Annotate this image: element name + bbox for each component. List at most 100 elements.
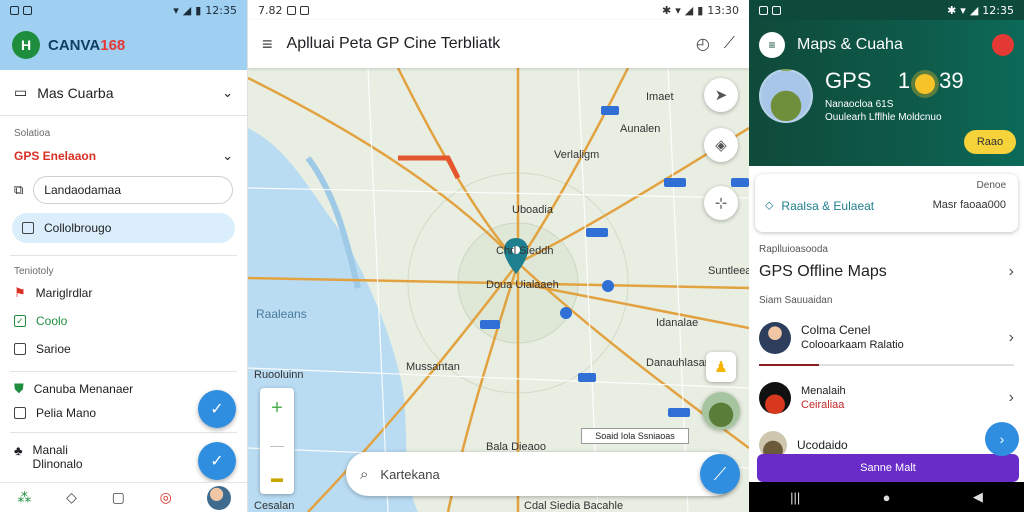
divider xyxy=(10,371,237,372)
notification-icon xyxy=(299,5,309,15)
chevron-right-icon: › xyxy=(1008,263,1014,280)
map-label: Raaleans xyxy=(256,307,307,321)
map-scale: Soaid Iola Ssniaoas xyxy=(581,428,689,444)
status-time: 12:35 xyxy=(205,3,237,17)
menu-dropdown[interactable]: ▭ Mas Cuarba ⌄ xyxy=(0,70,247,116)
map-label: Ruooluinn xyxy=(254,369,304,381)
map-thumbnail-button[interactable] xyxy=(702,392,740,430)
signal-icon: ◢ xyxy=(684,3,694,17)
list-item[interactable]: Menalaih Ceiraliaa › xyxy=(749,370,1024,426)
app-logo: H xyxy=(12,31,40,59)
check-icon: ✓ xyxy=(210,401,224,418)
check-fab[interactable]: ✓ xyxy=(198,442,236,480)
map-app-bar: ≡ Aplluai Peta GP Cine Terbliatk ◴ ⟋ xyxy=(248,20,749,68)
gps-dropdown[interactable]: GPS Enelaaon ⌄ xyxy=(0,143,247,169)
selected-item[interactable]: Collolbrougo xyxy=(12,213,235,243)
menu-icon[interactable]: ≡ xyxy=(262,34,273,55)
directions-icon: ⟋ xyxy=(713,463,727,484)
crosshair-icon: ⊹ xyxy=(714,195,728,212)
status-time: 7.82 xyxy=(258,3,283,17)
avatar[interactable] xyxy=(206,485,231,510)
status-bar: ▾ ◢ ▮ 12:35 xyxy=(0,0,247,20)
locate-button[interactable]: ⊹ xyxy=(704,186,738,220)
search-icon: ⌕ xyxy=(360,465,369,483)
list-item-sub: Colooarkaam Ralatio xyxy=(801,339,904,351)
compass-button[interactable]: ➤ xyxy=(704,78,738,112)
left-phone-screen: ▾ ◢ ▮ 12:35 H CANVA168 ▭ Mas Cuarba ⌄ So… xyxy=(0,0,248,512)
layers-button[interactable]: ◈ xyxy=(704,128,738,162)
notification-icon xyxy=(286,5,296,15)
alert-icon[interactable]: ◎ xyxy=(160,489,172,506)
input-row: ⧉ Landaodamaa xyxy=(0,173,247,207)
info-card[interactable]: Denoe ⬦ Raalsa & Eulaeat Masr faoaa000 xyxy=(755,174,1018,232)
directions-fab[interactable]: ⟋ xyxy=(700,454,740,494)
action-button[interactable]: Raao xyxy=(964,130,1016,154)
text-input[interactable]: Landaodamaa xyxy=(33,176,233,204)
map-icon[interactable]: ⁂ xyxy=(17,489,31,506)
list-item[interactable]: GPS Offline Maps › xyxy=(749,255,1024,289)
check-fab[interactable]: ✓ xyxy=(198,390,236,428)
diamond-icon[interactable]: ◇ xyxy=(66,489,77,506)
map-view[interactable]: Imaet Aunalen Verlaligm Uboadia Chrl Sie… xyxy=(248,68,749,512)
card-left-text: Raalsa & Eulaeat xyxy=(781,198,875,213)
list-item-label: Manali xyxy=(32,443,68,457)
location-pin-icon[interactable] xyxy=(992,34,1014,56)
map-label: Idanalae xyxy=(656,317,698,329)
list-item-label: Canuba Menanaer xyxy=(33,382,134,396)
location-thumbnail xyxy=(759,69,813,123)
status-bar: 7.82 ✱ ▾ ◢ ▮ 13:30 xyxy=(248,0,749,20)
status-bar: ✱ ▾ ◢ 12:35 xyxy=(749,0,1024,20)
search-input[interactable]: Kartekana xyxy=(380,467,439,482)
list-item-label: Pelia Mano xyxy=(36,406,97,420)
list-item[interactable]: Colma Cenel Colooarkaam Ralatio › xyxy=(749,312,1024,364)
menu-icon[interactable]: ≡ xyxy=(759,32,785,58)
map-label: Aunalen xyxy=(620,123,660,135)
gps-label: GPS xyxy=(825,68,872,93)
check-item-label: Coolo xyxy=(36,314,68,328)
timer-icon[interactable]: ◴ xyxy=(696,34,710,54)
home-icon[interactable]: ● xyxy=(883,490,891,505)
primary-button[interactable]: Sanne Malt xyxy=(757,454,1019,482)
map-label: Cdal Siedia Bacahle xyxy=(524,500,623,512)
next-fab[interactable]: › xyxy=(985,422,1019,456)
notification-icon xyxy=(759,5,768,15)
pegman-button[interactable]: ♟ xyxy=(706,352,736,382)
wifi-icon: ▾ xyxy=(675,3,681,17)
layer-toggle-icon[interactable]: ▬ xyxy=(271,471,283,485)
app-title: Maps & Cuaha xyxy=(797,36,903,53)
notification-icon xyxy=(772,5,781,15)
gps-item-label: GPS Enelaaon xyxy=(14,149,97,163)
map-search-bar[interactable]: ⌕ Kartekana xyxy=(346,452,736,496)
signal-icon: ◢ xyxy=(182,3,192,17)
edit-icon: ⧉ xyxy=(14,182,24,197)
edit-icon[interactable]: ⟋ xyxy=(724,35,735,53)
bluetooth-icon: ✱ xyxy=(662,3,672,17)
map-label: Verlaligm xyxy=(554,149,599,161)
check-item[interactable]: ⚑ Mariglrdlar xyxy=(0,279,247,307)
square-icon[interactable]: ▢ xyxy=(112,489,125,506)
zoom-out-button[interactable]: — xyxy=(270,437,284,453)
chevron-right-icon: › xyxy=(999,431,1005,447)
map-label: Cesalan xyxy=(254,500,294,512)
wifi-icon: ▾ xyxy=(960,3,966,17)
app-header: ≡ Maps & Cuaha GPS 1 39 Nanaocloa 61S Ou… xyxy=(749,20,1024,166)
menu-box-icon: ▭ xyxy=(14,84,28,100)
map-label: Danauhlasan xyxy=(646,357,711,369)
temp-value: 1 xyxy=(897,68,911,93)
zoom-in-button[interactable]: + xyxy=(271,397,283,420)
map-label: Suntleeac xyxy=(708,265,749,277)
check-item[interactable]: ✓ Coolo xyxy=(0,307,247,335)
pegman-icon: ♟ xyxy=(714,359,728,376)
recents-icon[interactable]: ||| xyxy=(790,490,800,505)
chevron-down-icon: ⌄ xyxy=(222,84,233,100)
list-item-title: GPS Offline Maps xyxy=(759,263,887,280)
signal-icon: ◢ xyxy=(969,3,979,17)
weather-panel: GPS 1 39 Nanaocloa 61S Ouulearh Lfflhle … xyxy=(749,58,1024,124)
check-box-icon xyxy=(22,222,34,234)
shield-check-icon: ⛊ xyxy=(14,381,24,396)
check-item[interactable]: Sarioe xyxy=(0,335,247,363)
section-label: Raplluioasooda xyxy=(759,244,828,255)
back-icon[interactable]: ◀ xyxy=(973,489,983,505)
page-title: Aplluai Peta GP Cine Terbliatk xyxy=(286,35,501,52)
menu-title: Mas Cuarba xyxy=(37,84,114,101)
